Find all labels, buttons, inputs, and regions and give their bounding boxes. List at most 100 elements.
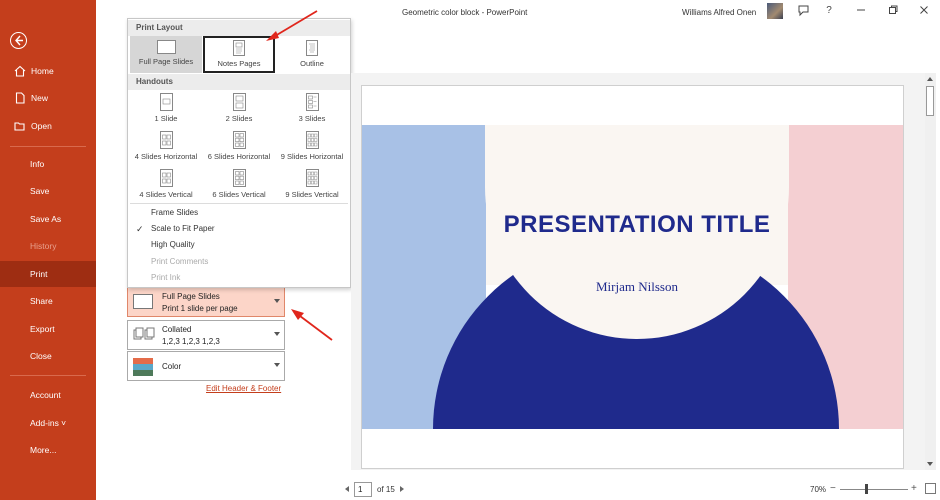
handout-6-vertical-icon (232, 169, 246, 187)
scroll-thumb[interactable] (926, 86, 934, 116)
zoom-in-icon[interactable]: + (911, 483, 917, 494)
layout-full-page-slides-label: Full Page Slides (138, 57, 194, 66)
nav-add-ins[interactable]: Add-ins ˅ (0, 410, 96, 436)
nav-add-ins-label: Add-ins ˅ (30, 418, 67, 428)
scroll-down-icon[interactable] (927, 462, 933, 466)
nav-print-label: Print (30, 269, 48, 279)
handout-4-horizontal-icon (159, 131, 173, 149)
nav-info-label: Info (30, 159, 45, 169)
nav-account[interactable]: Account (0, 382, 96, 408)
collated-pages-icon (133, 327, 155, 342)
handout-4-vertical-icon (159, 169, 173, 187)
edit-header-footer-link[interactable]: Edit Header & Footer (206, 384, 281, 393)
high-quality-label: High Quality (151, 240, 195, 249)
option-scale-to-fit[interactable]: ✓ Scale to Fit Paper (128, 221, 350, 237)
help-icon[interactable]: ? (822, 4, 836, 18)
nav-open[interactable]: Open (0, 113, 96, 139)
collate-dropdown[interactable]: Collated 1,2,3 1,2,3 1,2,3 (127, 320, 285, 350)
option-high-quality[interactable]: High Quality (128, 237, 350, 253)
layout-outline-label: Outline (300, 59, 324, 68)
preview-page: PRESENTATION TITLE Mirjam Nilsson (361, 85, 904, 469)
nav-share-label: Share (30, 296, 53, 306)
nav-more-label: More... (30, 445, 57, 455)
page-count: of 15 (377, 485, 395, 494)
handout-4-slides-vertical[interactable]: 4 Slides Vertical (130, 169, 202, 199)
handout-6-slides-vertical[interactable]: 6 Slides Vertical (203, 169, 275, 199)
nav-save[interactable]: Save (0, 178, 96, 204)
handout-6-horizontal-icon (232, 131, 246, 149)
handout-4-vertical-label: 4 Slides Vertical (139, 190, 193, 199)
nav-new[interactable]: New (0, 85, 96, 111)
back-arrow-icon[interactable] (10, 32, 27, 49)
nav-home-label: Home (31, 66, 54, 76)
handout-6-vertical-label: 6 Slides Vertical (212, 190, 266, 199)
zoom-slider-track[interactable] (840, 489, 908, 490)
handout-9-vertical-label: 9 Slides Vertical (285, 190, 339, 199)
nav-info[interactable]: Info (0, 151, 96, 177)
preview-scrollbar[interactable] (925, 73, 936, 470)
print-ink-label: Print Ink (151, 273, 181, 282)
nav-save-label: Save (30, 186, 50, 196)
nav-close-label: Close (30, 351, 52, 361)
layout-notes-pages-label: Notes Pages (217, 59, 261, 68)
nav-more[interactable]: More... (0, 437, 96, 463)
user-name[interactable]: Williams Alfred Onen (682, 8, 756, 17)
handout-2-slides[interactable]: 2 Slides (203, 93, 275, 123)
previous-page-icon[interactable] (345, 486, 349, 492)
handout-2-slides-label: 2 Slides (225, 114, 253, 123)
nav-home[interactable]: Home (0, 58, 96, 84)
new-file-icon (14, 92, 26, 104)
option-print-comments: Print Comments (128, 254, 350, 270)
color-swatch-icon (133, 358, 153, 376)
option-frame-slides[interactable]: Frame Slides (128, 205, 350, 221)
coauthor-icon[interactable] (796, 4, 810, 18)
handout-9-vertical-icon (305, 169, 319, 187)
color-dropdown[interactable]: Color (127, 351, 285, 381)
scroll-up-icon[interactable] (927, 77, 933, 81)
outline-page-icon (306, 40, 318, 56)
slide-title: PRESENTATION TITLE (503, 211, 771, 238)
slide-preview: PRESENTATION TITLE Mirjam Nilsson (362, 125, 903, 429)
nav-history: History (0, 233, 96, 259)
nav-divider (10, 146, 86, 147)
close-icon[interactable] (917, 4, 931, 18)
handout-3-slides-label: 3 Slides (298, 114, 326, 123)
layout-outline[interactable]: Outline (276, 38, 348, 74)
annotation-arrow-icon (291, 309, 333, 341)
chevron-down-icon (274, 363, 280, 367)
print-layout-desc: Print 1 slide per page (162, 304, 238, 313)
handout-9-slides-horizontal[interactable]: 9 Slides Horizontal (276, 131, 348, 161)
handout-1-slide[interactable]: 1 Slide (130, 93, 202, 123)
print-layout-value: Full Page Slides (162, 292, 220, 301)
next-page-icon[interactable] (400, 486, 404, 492)
zoom-level[interactable]: 70% (810, 485, 826, 494)
nav-divider (10, 375, 86, 376)
handout-6-horizontal-label: 6 Slides Horizontal (207, 152, 271, 161)
nav-print[interactable]: Print (0, 261, 96, 287)
minimize-icon[interactable] (854, 4, 868, 18)
restore-icon[interactable] (886, 4, 900, 18)
print-comments-label: Print Comments (151, 257, 209, 266)
handout-9-slides-vertical[interactable]: 9 Slides Vertical (276, 169, 348, 199)
avatar[interactable] (767, 3, 783, 19)
print-layout-dropdown[interactable]: Full Page Slides Print 1 slide per page (127, 287, 285, 317)
handout-4-horizontal-label: 4 Slides Horizontal (134, 152, 198, 161)
home-icon (14, 65, 26, 77)
scale-to-fit-label: Scale to Fit Paper (151, 224, 215, 233)
zoom-slider-thumb[interactable] (865, 484, 868, 494)
nav-share[interactable]: Share (0, 288, 96, 314)
handout-6-slides-horizontal[interactable]: 6 Slides Horizontal (203, 131, 275, 161)
handout-9-horizontal-label: 9 Slides Horizontal (280, 152, 344, 161)
nav-save-as[interactable]: Save As (0, 206, 96, 232)
option-print-ink: Print Ink (128, 270, 350, 286)
handout-4-slides-horizontal[interactable]: 4 Slides Horizontal (130, 131, 202, 161)
print-layout-panel: Print Layout Full Page Slides Notes Page… (127, 18, 351, 288)
page-number-input[interactable]: 1 (354, 482, 372, 497)
zoom-out-icon[interactable]: − (830, 483, 836, 494)
zoom-to-page-icon[interactable] (925, 483, 936, 494)
handout-3-slides[interactable]: 3 Slides (276, 93, 348, 123)
layout-notes-pages[interactable]: Notes Pages (203, 36, 275, 73)
layout-full-page-slides[interactable]: Full Page Slides (130, 36, 202, 73)
nav-export[interactable]: Export (0, 316, 96, 342)
nav-close[interactable]: Close (0, 343, 96, 369)
